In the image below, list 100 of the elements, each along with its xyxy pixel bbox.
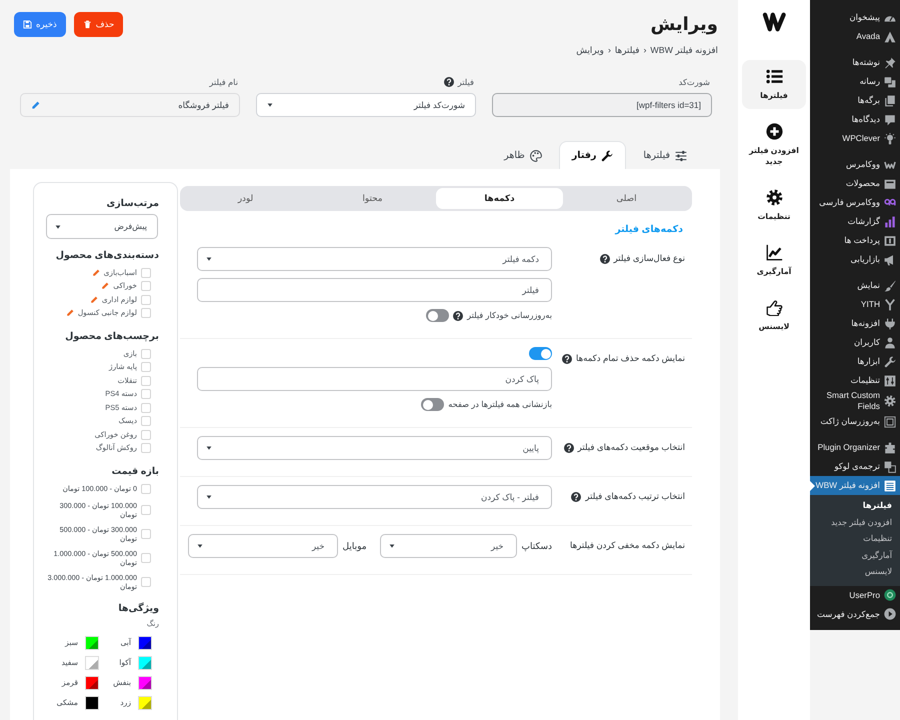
menu-item[interactable]: Avada — [810, 27, 900, 46]
submenu-item[interactable]: آمارگیری — [810, 548, 900, 564]
menu-item[interactable]: گزارشات — [810, 212, 900, 231]
pencil-icon — [66, 309, 74, 318]
checkbox[interactable] — [141, 553, 151, 563]
menu-item[interactable]: رسانه — [810, 72, 900, 91]
swatch-icon[interactable] — [85, 676, 99, 690]
frame-icon — [884, 416, 896, 428]
text-field[interactable]: فیلتر فروشگاه — [20, 93, 240, 117]
swatch-icon[interactable] — [85, 636, 99, 650]
tab[interactable]: رفتار — [558, 141, 626, 169]
checkbox[interactable] — [141, 443, 151, 454]
save-button[interactable]: ذخیره — [14, 12, 66, 37]
menu-item[interactable]: نوشته‌ها — [810, 53, 900, 72]
swatch-icon[interactable] — [138, 636, 152, 650]
toggle-switch[interactable] — [426, 309, 450, 322]
menu-item[interactable]: پرداخت ها — [810, 231, 900, 250]
puzzle-icon — [884, 442, 896, 454]
checkbox[interactable] — [141, 505, 151, 515]
menu-item[interactable]: افزونه فیلتر WBW — [810, 476, 900, 495]
dropdown[interactable]: پیش‌فرض — [46, 214, 158, 239]
menu-item[interactable]: WPClever — [810, 129, 900, 148]
menu-item[interactable]: ترجمه‌ی لوکو — [810, 457, 900, 476]
checkbox[interactable] — [141, 389, 151, 400]
submenu-item[interactable]: افزودن فیلتر جدید — [810, 514, 900, 531]
checkbox[interactable] — [141, 362, 151, 372]
swatch-icon[interactable] — [138, 656, 152, 670]
checkbox[interactable] — [141, 529, 151, 539]
menu-item[interactable]: تنظیمات — [810, 371, 900, 390]
setting-label: نوع فعال‌سازی فیلتر — [614, 252, 685, 265]
segment-tab[interactable]: لودر — [182, 188, 309, 209]
checkbox[interactable] — [141, 294, 151, 305]
text-field[interactable]: پاک کردن — [197, 367, 552, 391]
checkbox[interactable] — [141, 308, 151, 318]
menu-item[interactable]: به‌روزرسان ژاکت — [810, 412, 900, 431]
wrench-icon — [884, 356, 896, 368]
swatch-icon[interactable] — [85, 656, 99, 670]
text-field[interactable]: [wpf-filters id=31] — [492, 93, 712, 117]
checkbox[interactable] — [141, 268, 151, 278]
submenu-item[interactable]: لایسنس — [810, 564, 900, 580]
segment-tab[interactable]: محتوا — [309, 188, 436, 209]
menu-item[interactable]: Plugin Organizer — [810, 438, 900, 457]
menu-item[interactable]: ابزارها — [810, 352, 900, 371]
page-title: ویرایش — [650, 13, 718, 36]
menu-item[interactable]: پیشخوان — [810, 8, 900, 27]
checkbox[interactable] — [141, 281, 151, 292]
menu-item[interactable]: نمایش — [810, 276, 900, 295]
menu-item[interactable]: ووکامرس فارسی — [810, 193, 900, 212]
text-field[interactable]: فیلتر — [197, 278, 552, 302]
delete-button[interactable]: حذف — [74, 12, 124, 37]
pin-icon — [884, 56, 896, 68]
plug-icon — [884, 318, 896, 330]
dropdown[interactable]: پایین — [197, 436, 552, 460]
submenu-item[interactable]: تنظیمات — [810, 531, 900, 548]
dropdown[interactable]: خیر — [380, 534, 517, 558]
swatch-icon[interactable] — [85, 696, 99, 710]
line-chart-icon — [766, 244, 782, 261]
checkbox[interactable] — [141, 376, 151, 386]
bulb-icon — [884, 132, 896, 144]
menu-item[interactable]: جمع‌کردن فهرست — [810, 604, 900, 624]
sliders-icon — [675, 150, 687, 162]
dropdown[interactable]: خیر — [188, 534, 338, 558]
checkbox[interactable] — [141, 484, 151, 494]
fork-icon — [884, 298, 896, 310]
gear-icon — [884, 395, 896, 407]
submenu-item[interactable]: فیلترها — [810, 498, 900, 514]
menu-item[interactable]: YITH — [810, 295, 900, 314]
toggle-switch[interactable] — [529, 347, 552, 360]
checkbox[interactable] — [141, 402, 151, 413]
checkbox[interactable] — [141, 577, 151, 587]
plus-circle-icon — [766, 123, 782, 140]
breadcrumb-link[interactable]: افزونه فیلتر WBW — [650, 44, 718, 56]
checkbox[interactable] — [141, 348, 151, 359]
menu-item[interactable]: محصولات — [810, 174, 900, 193]
tab[interactable]: فیلترها — [630, 141, 700, 169]
menu-item[interactable]: UserPro — [810, 586, 900, 604]
caret-icon — [267, 102, 273, 108]
swatch-icon[interactable] — [138, 676, 152, 690]
menu-item[interactable]: دیدگاه‌ها — [810, 110, 900, 129]
checkbox[interactable] — [141, 430, 151, 440]
breadcrumb-separator: › — [643, 44, 646, 56]
dropdown[interactable]: شورت‌کد فیلتر — [256, 93, 476, 117]
segment-tab[interactable]: دکمه‌ها — [436, 188, 563, 209]
menu-item[interactable]: کاربران — [810, 333, 900, 352]
menu-item[interactable]: افزونه‌ها — [810, 314, 900, 333]
toggle-switch[interactable] — [421, 398, 444, 411]
menu-item[interactable]: Smart Custom Fields — [810, 390, 900, 412]
swatch-icon[interactable] — [138, 696, 152, 710]
dropdown[interactable]: دکمه فیلتر — [197, 247, 552, 271]
rings-icon — [884, 196, 896, 208]
tab[interactable]: ظاهر — [491, 141, 555, 169]
segment-tab[interactable]: اصلی — [563, 188, 690, 209]
menu-item[interactable]: ووکامرس — [810, 155, 900, 174]
caret-icon — [206, 494, 212, 500]
setting-label: انتخاب ترتیب دکمه‌های فیلتر — [585, 490, 685, 503]
dropdown[interactable]: فیلتر - پاک کردن — [197, 485, 552, 509]
menu-item[interactable]: برگه‌ها — [810, 91, 900, 110]
checkbox[interactable] — [141, 416, 151, 426]
menu-item[interactable]: بازاریابی — [810, 250, 900, 269]
breadcrumb-link[interactable]: فیلترها — [614, 44, 640, 56]
